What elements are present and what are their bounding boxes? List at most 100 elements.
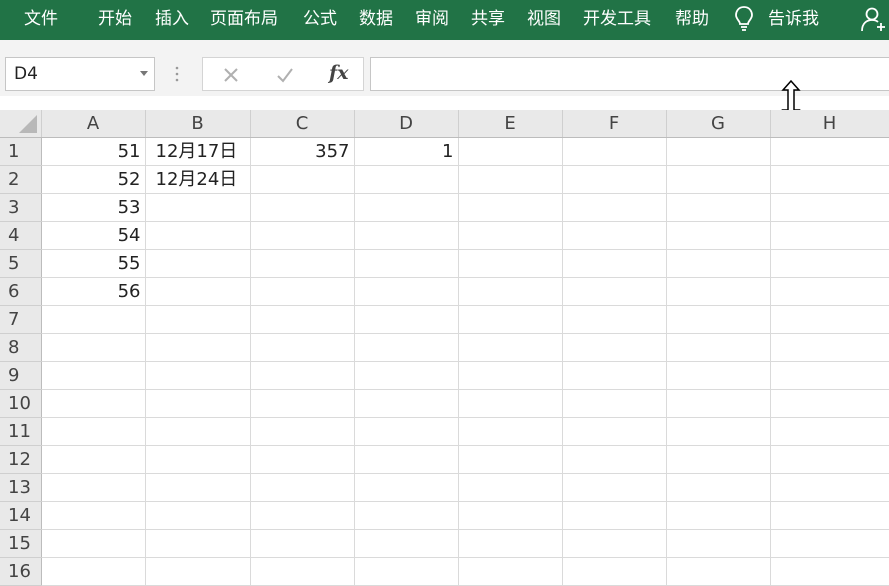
row-header[interactable]: 8 — [0, 333, 42, 362]
cell-A3[interactable]: 53 — [41, 193, 146, 222]
cell-F5[interactable] — [562, 249, 667, 278]
cell-D5[interactable] — [354, 249, 459, 278]
tab-data[interactable]: 数据 — [359, 7, 393, 31]
cell-D12[interactable] — [354, 445, 459, 474]
cell-C6[interactable] — [250, 277, 355, 306]
cell-G13[interactable] — [666, 473, 771, 502]
row-header[interactable]: 15 — [0, 529, 42, 558]
cell-A1[interactable]: 51 — [41, 137, 146, 166]
cell-C7[interactable] — [250, 305, 355, 334]
cell-C4[interactable] — [250, 221, 355, 250]
cell-A5[interactable]: 55 — [41, 249, 146, 278]
cell-H14[interactable] — [770, 501, 889, 530]
tab-view[interactable]: 视图 — [527, 7, 561, 31]
cell-G7[interactable] — [666, 305, 771, 334]
column-header-E[interactable]: E — [458, 110, 563, 138]
cell-H4[interactable] — [770, 221, 889, 250]
cell-E7[interactable] — [458, 305, 563, 334]
cell-A14[interactable] — [41, 501, 146, 530]
cell-D4[interactable] — [354, 221, 459, 250]
column-header-C[interactable]: C — [250, 110, 355, 138]
cell-C13[interactable] — [250, 473, 355, 502]
cell-A2[interactable]: 52 — [41, 165, 146, 194]
cell-B14[interactable] — [145, 501, 251, 530]
cell-B15[interactable] — [145, 529, 251, 558]
cell-F4[interactable] — [562, 221, 667, 250]
tab-file[interactable]: 文件 — [24, 7, 58, 31]
cell-A13[interactable] — [41, 473, 146, 502]
drag-handle-icon[interactable] — [174, 64, 180, 84]
cell-F10[interactable] — [562, 389, 667, 418]
cell-H15[interactable] — [770, 529, 889, 558]
row-header[interactable]: 2 — [0, 165, 42, 194]
cell-G14[interactable] — [666, 501, 771, 530]
column-header-A[interactable]: A — [41, 110, 146, 138]
cell-G9[interactable] — [666, 361, 771, 390]
cell-C5[interactable] — [250, 249, 355, 278]
cell-G4[interactable] — [666, 221, 771, 250]
cell-H1[interactable] — [770, 137, 889, 166]
cell-D1[interactable]: 1 — [354, 137, 459, 166]
cell-H10[interactable] — [770, 389, 889, 418]
cell-F12[interactable] — [562, 445, 667, 474]
cell-E6[interactable] — [458, 277, 563, 306]
cell-A11[interactable] — [41, 417, 146, 446]
cell-B1[interactable]: 12月17日 — [145, 137, 251, 166]
cell-G6[interactable] — [666, 277, 771, 306]
cell-D13[interactable] — [354, 473, 459, 502]
cell-G11[interactable] — [666, 417, 771, 446]
tab-help[interactable]: 帮助 — [675, 7, 709, 31]
cell-B13[interactable] — [145, 473, 251, 502]
share-person-icon[interactable] — [860, 6, 888, 32]
cell-C8[interactable] — [250, 333, 355, 362]
cell-E10[interactable] — [458, 389, 563, 418]
cell-B9[interactable] — [145, 361, 251, 390]
cell-C15[interactable] — [250, 529, 355, 558]
cell-A15[interactable] — [41, 529, 146, 558]
chevron-down-icon[interactable] — [140, 71, 148, 77]
cell-A4[interactable]: 54 — [41, 221, 146, 250]
tab-developer[interactable]: 开发工具 — [583, 7, 651, 31]
cell-E3[interactable] — [458, 193, 563, 222]
cell-H9[interactable] — [770, 361, 889, 390]
cell-H11[interactable] — [770, 417, 889, 446]
cancel-icon[interactable] — [221, 65, 241, 85]
row-header[interactable]: 14 — [0, 501, 42, 530]
cell-B12[interactable] — [145, 445, 251, 474]
cell-H3[interactable] — [770, 193, 889, 222]
cell-A6[interactable]: 56 — [41, 277, 146, 306]
cell-H12[interactable] — [770, 445, 889, 474]
cell-H7[interactable] — [770, 305, 889, 334]
cell-A10[interactable] — [41, 389, 146, 418]
cell-E13[interactable] — [458, 473, 563, 502]
cell-D6[interactable] — [354, 277, 459, 306]
cell-C11[interactable] — [250, 417, 355, 446]
cell-D9[interactable] — [354, 361, 459, 390]
cell-E11[interactable] — [458, 417, 563, 446]
cell-C1[interactable]: 357 — [250, 137, 355, 166]
tell-me-search[interactable]: 告诉我 — [768, 7, 819, 31]
row-header[interactable]: 9 — [0, 361, 42, 390]
cell-G10[interactable] — [666, 389, 771, 418]
enter-check-icon[interactable] — [275, 65, 295, 85]
tab-insert[interactable]: 插入 — [155, 7, 189, 31]
row-header[interactable]: 4 — [0, 221, 42, 250]
tab-share[interactable]: 共享 — [471, 7, 505, 31]
cell-D10[interactable] — [354, 389, 459, 418]
row-header[interactable]: 6 — [0, 277, 42, 306]
cell-C10[interactable] — [250, 389, 355, 418]
cell-F6[interactable] — [562, 277, 667, 306]
row-header[interactable]: 11 — [0, 417, 42, 446]
cell-E9[interactable] — [458, 361, 563, 390]
cell-G8[interactable] — [666, 333, 771, 362]
cell-E5[interactable] — [458, 249, 563, 278]
row-header[interactable]: 7 — [0, 305, 42, 334]
cell-H8[interactable] — [770, 333, 889, 362]
formula-input[interactable] — [370, 57, 889, 91]
cell-B8[interactable] — [145, 333, 251, 362]
cell-F2[interactable] — [562, 165, 667, 194]
cell-E1[interactable] — [458, 137, 563, 166]
cell-F15[interactable] — [562, 529, 667, 558]
cell-C12[interactable] — [250, 445, 355, 474]
row-header[interactable]: 3 — [0, 193, 42, 222]
